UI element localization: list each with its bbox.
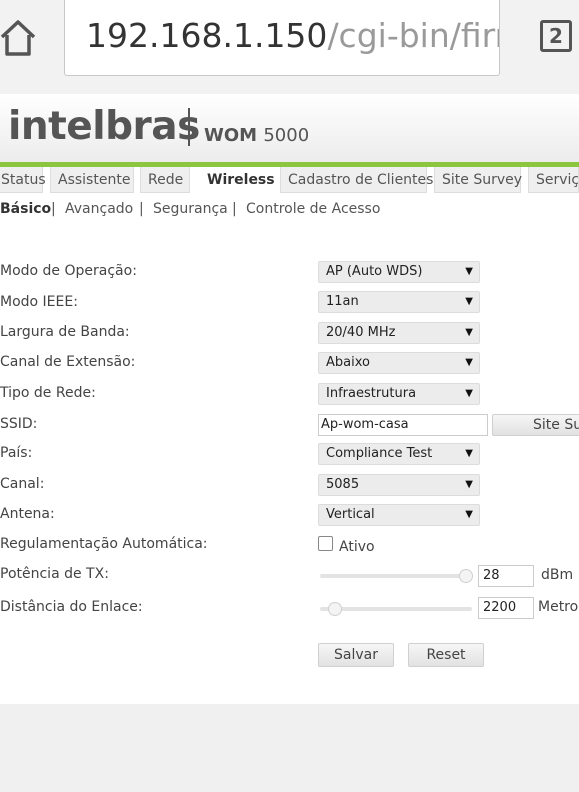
ativo-label: Ativo — [339, 539, 375, 555]
pais-label: País: — [0, 445, 33, 461]
canal-label: Canal: — [0, 476, 45, 492]
router-page: intelbras WOM 5000 Status Assistente Red… — [0, 94, 579, 704]
subnav-separator: | — [232, 201, 237, 217]
tab-cadastro-clientes[interactable]: Cadastro de Clientes — [280, 167, 433, 193]
tab-servicos[interactable]: Serviços — [528, 167, 579, 193]
product-prefix: WOM — [204, 125, 258, 146]
chevron-down-icon: ▼ — [465, 296, 473, 307]
antena-label: Antena: — [0, 506, 55, 522]
tab-label: Cadastro de Clientes — [288, 172, 434, 188]
select-value: 5085 — [326, 477, 360, 492]
canal-extensao-select[interactable]: Abaixo ▼ — [318, 352, 480, 374]
tab-label: Rede — [148, 172, 184, 188]
distancia-slider-thumb[interactable] — [328, 602, 343, 616]
address-bar[interactable]: 192.168.1.150/cgi-bin/firm — [64, 0, 500, 76]
regulamentacao-label: Regulamentação Automática: — [0, 536, 208, 552]
chevron-down-icon: ▼ — [465, 479, 473, 490]
subnav-separator: | — [139, 201, 144, 217]
subnav-seguranca[interactable]: Segurança — [153, 201, 228, 217]
tab-label: Status — [1, 172, 46, 188]
chevron-down-icon: ▼ — [465, 448, 473, 459]
chevron-down-icon: ▼ — [465, 266, 473, 277]
tipo-rede-label: Tipo de Rede: — [0, 385, 96, 401]
product-name: WOM 5000 — [204, 125, 309, 146]
site-survey-button[interactable]: Site Survey — [492, 414, 579, 436]
potencia-tx-slider-track — [320, 574, 470, 578]
distancia-unit: Metros — [538, 599, 579, 615]
tab-wireless[interactable]: Wireless — [199, 167, 275, 193]
modo-ieee-select[interactable]: 11an ▼ — [318, 291, 480, 313]
tab-count: 2 — [549, 24, 563, 48]
tipo-rede-select[interactable]: Infraestrutura ▼ — [318, 383, 480, 405]
product-model: 5000 — [263, 125, 310, 146]
tab-label: Site Survey — [442, 172, 523, 188]
logo-divider — [188, 108, 190, 146]
tab-label: Serviços — [536, 172, 579, 188]
tab-status[interactable]: Status — [0, 167, 46, 193]
page-header: intelbras WOM 5000 — [0, 94, 579, 162]
subnav-avancado[interactable]: Avançado — [65, 201, 133, 217]
tab-switcher-button[interactable]: 2 — [540, 20, 572, 52]
home-icon[interactable] — [0, 18, 36, 58]
brand-logo: intelbras — [8, 104, 200, 149]
tab-assistente[interactable]: Assistente — [50, 167, 134, 193]
potencia-tx-label: Potência de TX: — [0, 566, 109, 582]
url-path: /cgi-bin/firm — [327, 16, 499, 55]
select-value: Compliance Test — [326, 446, 433, 461]
largura-banda-label: Largura de Banda: — [0, 324, 130, 340]
ssid-input[interactable]: Ap-wom-casa — [318, 414, 488, 436]
antena-select[interactable]: Vertical ▼ — [318, 504, 480, 526]
chevron-down-icon: ▼ — [465, 509, 473, 520]
distancia-label: Distância do Enlace: — [0, 599, 143, 615]
select-value: Abaixo — [326, 355, 370, 370]
distancia-slider-track — [320, 607, 472, 611]
reset-button[interactable]: Reset — [408, 643, 484, 667]
subnav-controle-acesso[interactable]: Controle de Acesso — [246, 201, 380, 217]
main-tabs: Status Assistente Rede Wireless Cadastro… — [0, 167, 579, 195]
modo-ieee-label: Modo IEEE: — [0, 294, 78, 310]
ssid-label: SSID: — [0, 416, 38, 432]
chevron-down-icon: ▼ — [465, 327, 473, 338]
canal-select[interactable]: 5085 ▼ — [318, 474, 480, 496]
tab-label: Assistente — [58, 172, 131, 188]
select-value: 11an — [326, 294, 359, 309]
subnav-basico[interactable]: Básico — [0, 201, 51, 217]
tab-site-survey[interactable]: Site Survey — [434, 167, 523, 193]
largura-banda-select[interactable]: 20/40 MHz ▼ — [318, 322, 480, 344]
canal-extensao-label: Canal de Extensão: — [0, 354, 136, 370]
potencia-tx-unit: dBm — [541, 567, 574, 583]
modo-operacao-select[interactable]: AP (Auto WDS) ▼ — [318, 261, 480, 283]
select-value: AP (Auto WDS) — [326, 264, 423, 279]
subnav-separator: | — [51, 201, 56, 217]
chevron-down-icon: ▼ — [465, 388, 473, 399]
url-host: 192.168.1.150 — [86, 16, 328, 55]
select-value: Vertical — [326, 507, 375, 522]
select-value: 20/40 MHz — [326, 325, 396, 340]
page-footer-area — [0, 704, 579, 792]
browser-toolbar: 192.168.1.150/cgi-bin/firm 2 — [0, 0, 579, 94]
tab-rede[interactable]: Rede — [140, 167, 190, 193]
modo-operacao-label: Modo de Operação: — [0, 263, 137, 279]
potencia-tx-input[interactable]: 28 — [478, 565, 534, 587]
chevron-down-icon: ▼ — [465, 357, 473, 368]
regulamentacao-checkbox[interactable] — [318, 536, 333, 551]
distancia-input[interactable]: 2200 — [478, 597, 534, 619]
pais-select[interactable]: Compliance Test ▼ — [318, 443, 480, 465]
potencia-tx-slider-thumb[interactable] — [458, 569, 473, 583]
select-value: Infraestrutura — [326, 386, 417, 401]
tab-label: Wireless — [207, 172, 275, 188]
save-button[interactable]: Salvar — [318, 643, 394, 667]
